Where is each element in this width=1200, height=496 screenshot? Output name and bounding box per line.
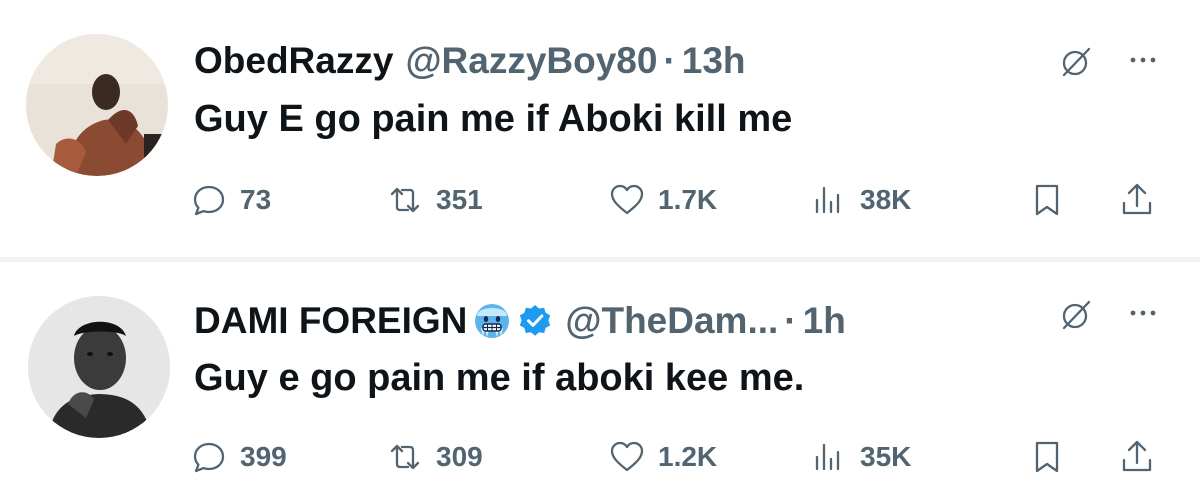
- bookmark-icon: [1035, 441, 1059, 473]
- grok-icon[interactable]: [1058, 297, 1094, 333]
- like-count: 1.7K: [658, 184, 718, 215]
- timestamp[interactable]: 13h: [682, 40, 746, 82]
- tweet[interactable]: DAMI FOREIGN @TheDam... · 1h Guy e go pa…: [0, 262, 1200, 496]
- user-handle[interactable]: @TheDam...: [565, 300, 778, 342]
- avatar-photo-icon: [28, 296, 170, 438]
- view-count: 35K: [860, 441, 912, 472]
- user-handle[interactable]: @RazzyBoy80: [405, 40, 657, 82]
- repost-count: 309: [436, 441, 483, 472]
- tweet-text: Guy E go pain me if Aboki kill me: [194, 98, 793, 140]
- tweet-header: ObedRazzy @RazzyBoy80 · 13h: [194, 38, 746, 84]
- share-icon: [1122, 183, 1152, 215]
- like-count: 1.2K: [658, 441, 718, 472]
- tweet-text: Guy e go pain me if aboki kee me.: [194, 357, 805, 399]
- share-button[interactable]: [1118, 435, 1156, 479]
- reply-count: 73: [240, 184, 272, 215]
- share-button[interactable]: [1118, 178, 1156, 222]
- views-chart-icon: [815, 186, 840, 214]
- reply-button[interactable]: 73: [190, 178, 271, 222]
- avatar-photo-icon: [26, 34, 168, 176]
- grok-icon[interactable]: [1058, 44, 1094, 80]
- like-button[interactable]: 1.2K: [608, 435, 717, 479]
- separator-dot: ·: [784, 300, 797, 341]
- timestamp[interactable]: 1h: [803, 300, 846, 342]
- more-options-icon[interactable]: [1128, 298, 1158, 328]
- avatar[interactable]: [26, 34, 168, 176]
- tweet-header: DAMI FOREIGN @TheDam... · 1h: [194, 298, 846, 344]
- more-options-icon[interactable]: [1128, 45, 1158, 75]
- share-icon: [1122, 440, 1152, 472]
- tweet-actions: 73 351 1.7K 38K: [190, 178, 1170, 222]
- display-name[interactable]: ObedRazzy: [194, 40, 393, 82]
- bookmark-icon: [1035, 184, 1059, 216]
- repost-icon: [390, 444, 420, 470]
- heart-icon: [610, 184, 644, 215]
- cold-face-emoji-icon: [475, 304, 510, 338]
- display-name[interactable]: DAMI FOREIGN: [194, 300, 467, 342]
- heart-icon: [610, 441, 644, 472]
- view-count: 38K: [860, 184, 912, 215]
- tweet-feed: ObedRazzy @RazzyBoy80 · 13h Guy E go pai…: [0, 0, 1200, 496]
- bookmark-button[interactable]: [1028, 435, 1066, 479]
- reply-count: 399: [240, 441, 287, 472]
- separator-dot: ·: [663, 40, 676, 81]
- like-button[interactable]: 1.7K: [608, 178, 717, 222]
- reply-button[interactable]: 399: [190, 435, 287, 479]
- repost-count: 351: [436, 184, 483, 215]
- views-chart-icon: [815, 443, 840, 471]
- views-button[interactable]: 35K: [810, 435, 911, 479]
- repost-icon: [390, 187, 420, 213]
- views-button[interactable]: 38K: [810, 178, 911, 222]
- tweet[interactable]: ObedRazzy @RazzyBoy80 · 13h Guy E go pai…: [0, 0, 1200, 258]
- bookmark-button[interactable]: [1028, 178, 1066, 222]
- tweet-actions: 399 309 1.2K 35K: [190, 435, 1170, 479]
- verified-badge-icon[interactable]: [517, 303, 553, 339]
- reply-icon: [193, 442, 225, 473]
- repost-button[interactable]: 309: [386, 435, 483, 479]
- reply-icon: [193, 185, 225, 216]
- repost-button[interactable]: 351: [386, 178, 483, 222]
- avatar[interactable]: [28, 296, 170, 438]
